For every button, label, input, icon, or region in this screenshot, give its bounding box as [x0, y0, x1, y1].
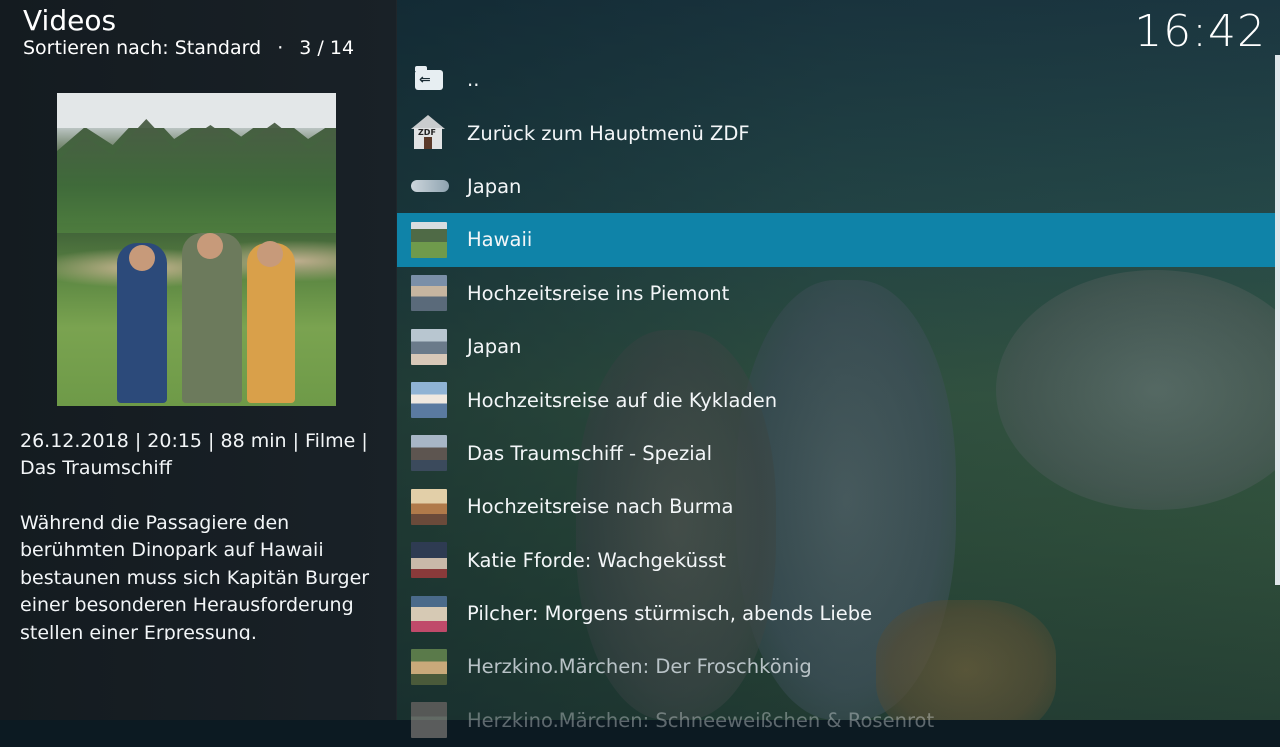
meta-line-1: 26.12.2018 | 20:15 | 88 min | Filme | — [20, 430, 368, 452]
list-item-label: Hochzeitsreise ins Piemont — [467, 281, 730, 305]
thumbnail — [411, 328, 447, 365]
airplane-thumbnail — [411, 168, 449, 204]
list-item-label: .. — [467, 68, 480, 92]
thumbnail — [411, 542, 447, 579]
list-item[interactable]: Das Traumschiff - Spezial — [397, 427, 1275, 480]
list-item-label: Herzkino.Märchen: Der Froschkönig — [467, 655, 812, 679]
thumbnail — [411, 435, 447, 472]
list-item[interactable]: Hochzeitsreise ins Piemont — [397, 267, 1275, 320]
media-metadata: 26.12.2018 | 20:15 | 88 min | Filme | Da… — [20, 428, 380, 482]
scrollbar[interactable] — [1275, 55, 1280, 585]
list-item[interactable]: Herzkino.Märchen: Der Froschkönig — [397, 640, 1275, 693]
list-item[interactable]: Hochzeitsreise nach Burma — [397, 480, 1275, 533]
item-position: 3 / 14 — [299, 37, 355, 59]
sort-status[interactable]: Sortieren nach: Standard · 3 / 14 — [23, 37, 354, 59]
list-item[interactable]: Herzkino.Märchen: Schneeweißchen & Rosen… — [397, 694, 1275, 747]
list-item[interactable]: Japan — [397, 160, 1275, 213]
list-item-label: Japan — [467, 174, 522, 198]
list-item[interactable]: ZDF Zurück zum Hauptmenü ZDF — [397, 106, 1275, 159]
list-item-label: Hochzeitsreise auf die Kykladen — [467, 388, 778, 412]
list-item-label: Pilcher: Morgens stürmisch, abends Liebe — [467, 602, 873, 626]
list-item-label: Hawaii — [467, 228, 533, 252]
list-item-label: Japan — [467, 335, 522, 359]
list-item[interactable]: Hochzeitsreise auf die Kykladen — [397, 373, 1275, 426]
folder-back-icon: ⇐ — [411, 62, 447, 98]
meta-line-2: Das Traumschiff — [20, 457, 172, 479]
list-item-label: Hochzeitsreise nach Burma — [467, 495, 734, 519]
page-title: Videos — [23, 4, 117, 37]
list-item[interactable]: Japan — [397, 320, 1275, 373]
clock: 16:42 — [1134, 6, 1266, 57]
separator: · — [277, 37, 284, 59]
list-item-selected[interactable]: Hawaii — [397, 213, 1275, 267]
thumbnail — [411, 382, 447, 419]
thumbnail — [411, 488, 447, 525]
video-list: ⇐ .. ZDF Zurück zum Hauptmenü ZDF Japan … — [397, 53, 1275, 747]
sort-label: Sortieren nach: Standard — [23, 37, 262, 59]
thumbnail — [411, 275, 447, 312]
list-item-label: Katie Fforde: Wachgeküsst — [467, 548, 726, 572]
thumbnail — [411, 648, 447, 685]
zdf-home-icon: ZDF — [411, 115, 447, 151]
list-item[interactable]: Pilcher: Morgens stürmisch, abends Liebe — [397, 587, 1275, 640]
thumbnail — [411, 702, 447, 739]
list-item[interactable]: ⇐ .. — [397, 53, 1275, 106]
plot-text: Während die Passagiere den berühmten Din… — [20, 512, 370, 640]
list-item-label: Zurück zum Hauptmenü ZDF — [467, 121, 750, 145]
list-item[interactable]: Katie Fforde: Wachgeküsst — [397, 534, 1275, 587]
thumbnail — [411, 595, 447, 632]
list-item-label: Das Traumschiff - Spezial — [467, 441, 712, 465]
poster-image — [57, 93, 336, 406]
info-panel: Videos Sortieren nach: Standard · 3 / 14… — [0, 0, 397, 720]
list-item-label: Herzkino.Märchen: Schneeweißchen & Rosen… — [467, 708, 935, 732]
hawaii-thumbnail — [411, 221, 447, 258]
